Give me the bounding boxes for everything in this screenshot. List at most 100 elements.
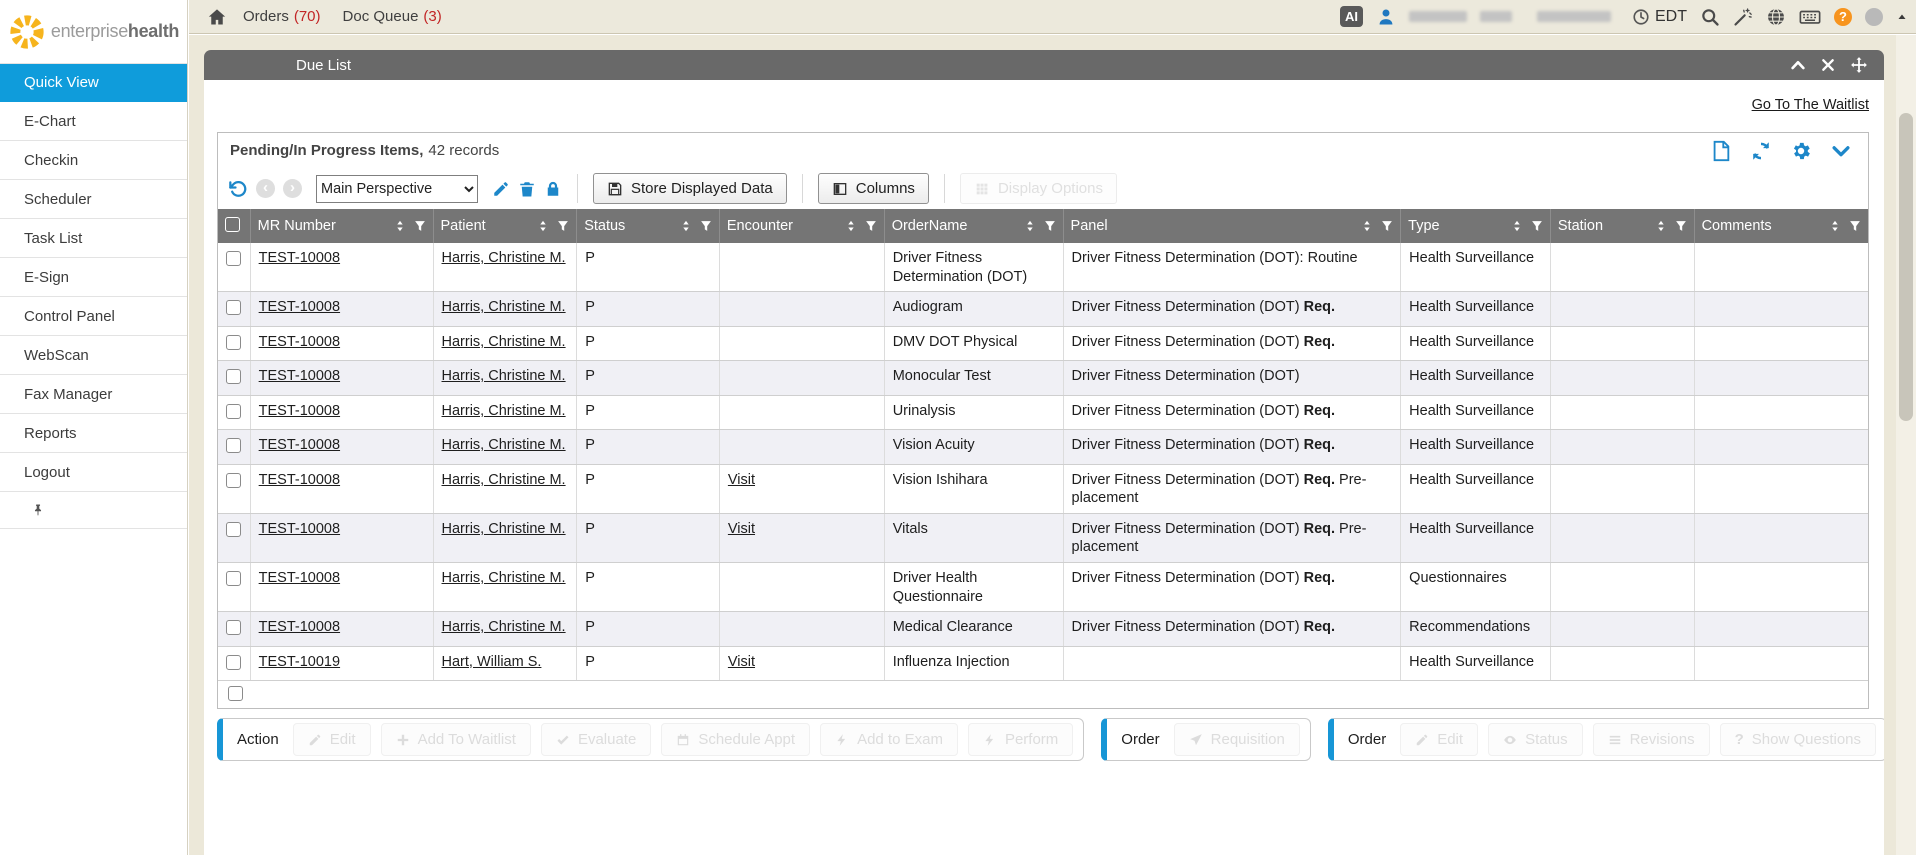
add-to-waitlist-button[interactable]: Add To Waitlist — [381, 723, 531, 756]
display-options-button[interactable]: Display Options — [960, 173, 1117, 204]
filter-icon[interactable] — [557, 220, 569, 232]
row-checkbox[interactable] — [226, 473, 241, 488]
col-header-encounter[interactable]: Encounter — [719, 209, 884, 243]
col-header-mr-number[interactable]: MR Number — [250, 209, 433, 243]
help-icon[interactable]: ? — [1834, 8, 1852, 26]
evaluate-button[interactable]: Evaluate — [541, 723, 651, 756]
row-checkbox[interactable] — [226, 300, 241, 315]
col-header-comments[interactable]: Comments — [1694, 209, 1868, 243]
mr-number-link[interactable]: TEST-10019 — [259, 654, 340, 670]
pin-row[interactable] — [0, 492, 187, 529]
patient-link[interactable]: Harris, Christine M. — [442, 368, 566, 384]
search-icon[interactable] — [1700, 7, 1720, 27]
avatar[interactable] — [1865, 8, 1883, 26]
collapse-icon[interactable] — [1790, 57, 1806, 73]
chevron-down-icon[interactable] — [1830, 140, 1852, 162]
close-icon[interactable] — [1820, 57, 1836, 73]
sidebar-item-scheduler[interactable]: Scheduler — [0, 180, 187, 219]
sort-icon[interactable] — [1361, 220, 1373, 232]
requisition-button[interactable]: Requisition — [1174, 723, 1300, 756]
col-header-panel[interactable]: Panel — [1063, 209, 1401, 243]
mr-number-link[interactable]: TEST-10008 — [259, 299, 340, 315]
move-icon[interactable] — [1850, 56, 1868, 74]
sidebar-item-webscan[interactable]: WebScan — [0, 336, 187, 375]
sort-icon[interactable] — [680, 220, 692, 232]
perspective-select[interactable]: Main Perspective — [316, 175, 478, 203]
mr-number-link[interactable]: TEST-10008 — [259, 403, 340, 419]
filter-icon[interactable] — [414, 220, 426, 232]
forward-button[interactable]: › — [283, 179, 302, 198]
col-header-patient[interactable]: Patient — [433, 209, 577, 243]
mr-number-link[interactable]: TEST-10008 — [259, 334, 340, 350]
patient-link[interactable]: Harris, Christine M. — [442, 403, 566, 419]
sort-icon[interactable] — [537, 220, 549, 232]
patient-link[interactable]: Harris, Christine M. — [442, 250, 566, 266]
row-checkbox[interactable] — [226, 404, 241, 419]
sort-icon[interactable] — [1511, 220, 1523, 232]
visit-link[interactable]: Visit — [728, 472, 755, 488]
ai-badge[interactable]: AI — [1340, 6, 1363, 27]
row-checkbox[interactable] — [226, 571, 241, 586]
filter-icon[interactable] — [700, 220, 712, 232]
lock-icon[interactable] — [544, 180, 562, 198]
sidebar-item-fax-manager[interactable]: Fax Manager — [0, 375, 187, 414]
patient-link[interactable]: Harris, Christine M. — [442, 299, 566, 315]
patient-link[interactable]: Hart, William S. — [442, 654, 542, 670]
add-to-exam-button[interactable]: Add to Exam — [820, 723, 958, 756]
status-button[interactable]: Status — [1488, 723, 1583, 756]
patient-link[interactable]: Harris, Christine M. — [442, 521, 566, 537]
store-displayed-data-button[interactable]: Store Displayed Data — [593, 173, 787, 204]
undo-icon[interactable] — [228, 179, 248, 199]
columns-button[interactable]: Columns — [818, 173, 929, 204]
sidebar-item-reports[interactable]: Reports — [0, 414, 187, 453]
patient-link[interactable]: Harris, Christine M. — [442, 334, 566, 350]
mr-number-link[interactable]: TEST-10008 — [259, 619, 340, 635]
top-nav-orders[interactable]: Orders(70) — [243, 8, 321, 25]
refresh-icon[interactable] — [1750, 140, 1772, 162]
edit-perspective-icon[interactable] — [492, 180, 510, 198]
visit-link[interactable]: Visit — [728, 654, 755, 670]
row-checkbox[interactable] — [228, 686, 243, 701]
timezone-indicator[interactable]: EDT — [1632, 8, 1687, 26]
new-document-icon[interactable] — [1710, 140, 1732, 162]
patient-link[interactable]: Harris, Christine M. — [442, 437, 566, 453]
col-header-status[interactable]: Status — [577, 209, 720, 243]
sort-icon[interactable] — [1655, 220, 1667, 232]
col-header-station[interactable]: Station — [1550, 209, 1694, 243]
mr-number-link[interactable]: TEST-10008 — [259, 250, 340, 266]
sort-icon[interactable] — [1024, 220, 1036, 232]
filter-icon[interactable] — [1849, 220, 1861, 232]
col-header-ordername[interactable]: OrderName — [884, 209, 1063, 243]
perform-button[interactable]: Perform — [968, 723, 1073, 756]
row-checkbox[interactable] — [226, 522, 241, 537]
sidebar-item-quick-view[interactable]: Quick View — [0, 63, 187, 102]
patient-link[interactable]: Harris, Christine M. — [442, 570, 566, 586]
mr-number-link[interactable]: TEST-10008 — [259, 521, 340, 537]
sort-icon[interactable] — [1829, 220, 1841, 232]
edit-button[interactable]: Edit — [293, 723, 371, 756]
mr-number-link[interactable]: TEST-10008 — [259, 368, 340, 384]
filter-icon[interactable] — [865, 220, 877, 232]
patient-link[interactable]: Harris, Christine M. — [442, 619, 566, 635]
gear-icon[interactable] — [1790, 140, 1812, 162]
row-checkbox[interactable] — [226, 251, 241, 266]
filter-icon[interactable] — [1044, 220, 1056, 232]
sidebar-item-control-panel[interactable]: Control Panel — [0, 297, 187, 336]
visit-link[interactable]: Visit — [728, 521, 755, 537]
wand-icon[interactable] — [1733, 7, 1753, 27]
edit-button[interactable]: Edit — [1400, 723, 1478, 756]
patient-link[interactable]: Harris, Christine M. — [442, 472, 566, 488]
row-checkbox[interactable] — [226, 369, 241, 384]
sidebar-item-e-chart[interactable]: E-Chart — [0, 102, 187, 141]
app-logo[interactable]: enterprisehealth — [0, 0, 187, 63]
mr-number-link[interactable]: TEST-10008 — [259, 570, 340, 586]
filter-icon[interactable] — [1531, 220, 1543, 232]
home-icon[interactable] — [207, 7, 227, 27]
row-checkbox[interactable] — [226, 335, 241, 350]
sidebar-item-logout[interactable]: Logout — [0, 453, 187, 492]
mr-number-link[interactable]: TEST-10008 — [259, 437, 340, 453]
globe-icon[interactable] — [1766, 7, 1786, 27]
sort-icon[interactable] — [394, 220, 406, 232]
filter-icon[interactable] — [1675, 220, 1687, 232]
delete-perspective-icon[interactable] — [518, 180, 536, 198]
